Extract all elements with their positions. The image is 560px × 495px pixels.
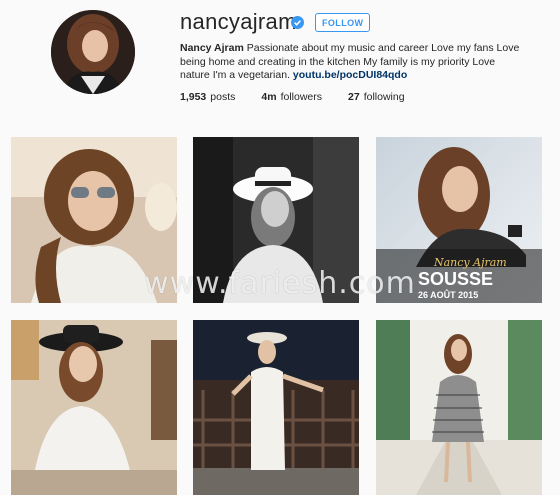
- profile-header: nancyajram FOLLOW Nancy Ajram Passionate…: [0, 0, 560, 125]
- following-label: following: [363, 91, 405, 103]
- following-count: 27: [348, 91, 360, 103]
- profile-avatar[interactable]: [51, 10, 135, 94]
- bio-name: Nancy Ajram: [180, 42, 244, 54]
- post-thumbnail[interactable]: [376, 320, 542, 495]
- profile-username: nancyajram: [180, 9, 297, 34]
- profile-bio: Nancy Ajram Passionate about my music an…: [180, 42, 525, 83]
- post-thumbnail[interactable]: [11, 320, 177, 495]
- post-thumbnail[interactable]: [193, 320, 359, 495]
- verified-badge-icon: [291, 16, 304, 29]
- followers-label: followers: [280, 91, 323, 103]
- bio-link[interactable]: youtu.be/pocDUI84qdo: [293, 69, 407, 81]
- post-caption-city: SOUSSE: [418, 269, 493, 289]
- followers-stat[interactable]: 4m followers: [261, 91, 322, 103]
- posts-stat: 1,953 posts: [180, 91, 235, 103]
- post-caption-name: Nancy Ajram: [433, 256, 507, 269]
- posts-count: 1,953: [180, 91, 207, 103]
- following-stat[interactable]: 27 following: [348, 91, 405, 103]
- follow-button[interactable]: FOLLOW: [315, 13, 371, 32]
- post-caption-date: 26 AOÛT 2015: [418, 289, 478, 300]
- profile-stats: 1,953 posts 4m followers 27 following: [180, 91, 431, 103]
- followers-count: 4m: [261, 91, 277, 103]
- post-caption-overlay: Nancy Ajram SOUSSE 26 AOÛT 2015: [418, 256, 507, 300]
- posts-label: posts: [210, 91, 236, 103]
